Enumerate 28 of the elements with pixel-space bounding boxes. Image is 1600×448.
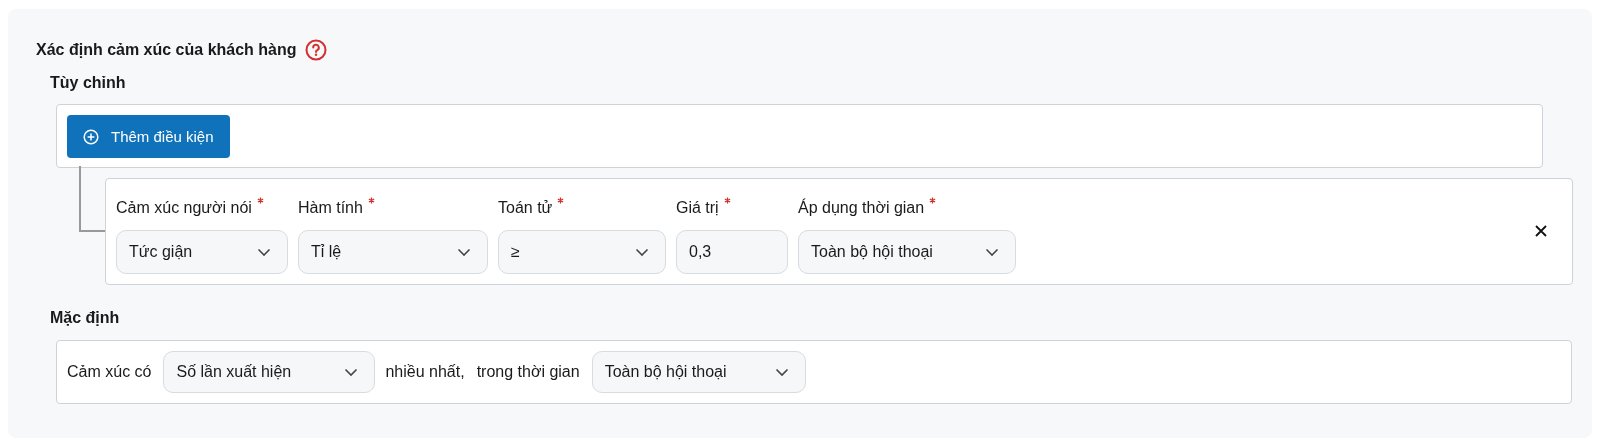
field-label: Giá trị [676, 198, 719, 218]
chevron-down-icon [985, 247, 999, 257]
dropdown[interactable]: Số lần xuất hiện [163, 351, 376, 393]
dropdown[interactable]: Toàn bộ hội thoại [591, 351, 806, 393]
field-label: Hàm tính [298, 198, 363, 218]
subsection-heading: Tùy chỉnh [50, 74, 127, 92]
dropdown[interactable]: Tức giận [116, 230, 288, 274]
chevron-down-icon [257, 247, 271, 257]
chevron-down-icon [635, 247, 649, 257]
rule-text: nhiều nhất, [385, 363, 465, 381]
close-icon[interactable] [1534, 224, 1548, 238]
field-label: Áp dụng thời gian [798, 197, 925, 218]
rule-text: Cảm xúc có [67, 363, 152, 381]
field-label: Toán tử [498, 198, 553, 218]
add-condition-button[interactable]: Thêm điều kiện [67, 115, 230, 158]
subsection-heading: Mặc định [50, 309, 121, 327]
value-field[interactable]: 0,3 [676, 230, 788, 274]
plus-circle-icon [83, 128, 99, 145]
chevron-down-icon [774, 367, 789, 377]
chevron-down-icon [344, 367, 359, 377]
section-title: Xác định cảm xúc của khách hàng [36, 41, 297, 59]
chevron-down-icon [457, 247, 471, 257]
dropdown[interactable]: ≥ [498, 230, 666, 274]
dropdown[interactable]: Toàn bộ hội thoại [798, 230, 1016, 274]
dropdown[interactable]: Tỉ lệ [298, 230, 488, 274]
rule-text: trong thời gian [476, 363, 580, 381]
help-icon[interactable] [304, 39, 327, 61]
field-label: Cảm xúc người nói [116, 198, 252, 218]
